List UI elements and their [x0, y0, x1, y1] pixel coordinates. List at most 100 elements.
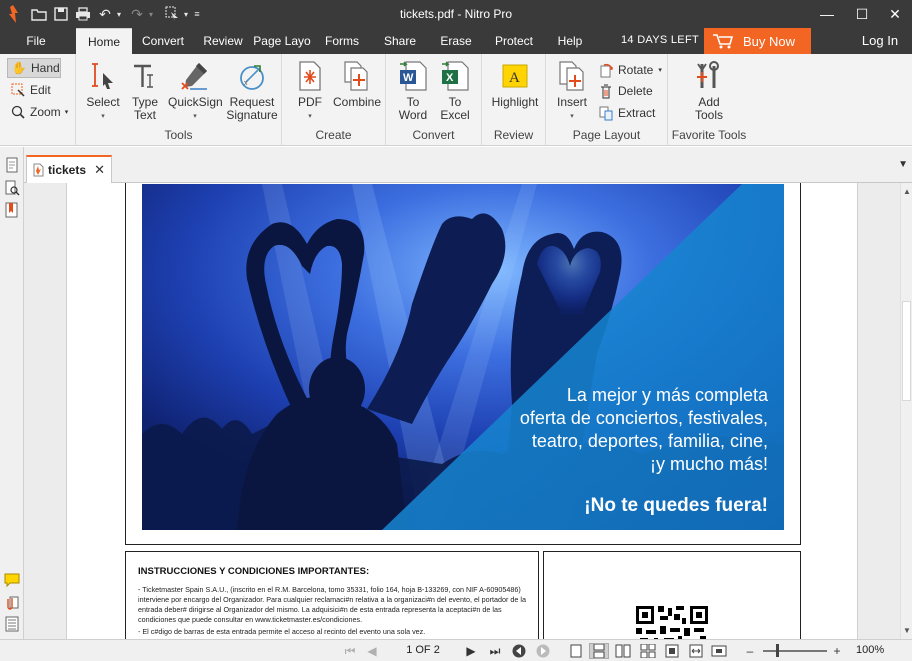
next-view-icon[interactable] — [535, 643, 551, 659]
select-label: Select — [86, 95, 120, 109]
qr-code-image — [636, 606, 708, 639]
delete-button[interactable]: Delete — [598, 81, 653, 101]
search-document-icon[interactable] — [4, 180, 20, 196]
delete-label: Delete — [618, 84, 653, 98]
insert-dropdown-icon: ▾ — [570, 113, 574, 120]
edit-tool-button[interactable]: Edit — [10, 80, 51, 100]
pages-panel-icon[interactable] — [4, 157, 20, 173]
zoom-in-icon[interactable]: + — [831, 643, 843, 659]
type-text-button[interactable]: Type Text — [128, 58, 162, 122]
tab-page-layout[interactable]: Page Layo — [252, 28, 312, 54]
last-page-icon[interactable]: ⏭ — [486, 643, 504, 659]
page-indicator[interactable]: 1 OF 2 — [400, 644, 446, 656]
login-button[interactable]: Log In — [855, 28, 905, 54]
fit-width-icon[interactable] — [688, 643, 704, 659]
zoom-slider-thumb[interactable] — [776, 644, 780, 657]
single-page-view-icon[interactable] — [568, 643, 584, 659]
combine-icon — [332, 58, 382, 94]
tab-forms[interactable]: Forms — [318, 28, 366, 54]
to-word-button[interactable]: W To Word — [394, 58, 432, 122]
add-tools-label-2: Tools — [694, 108, 723, 122]
hand-tool-button[interactable]: ✋ Hand — [7, 58, 61, 78]
tab-help[interactable]: Help — [550, 28, 590, 54]
tabs-dropdown-icon[interactable]: ▼ — [898, 159, 908, 170]
highlight-button[interactable]: A Highlight — [488, 58, 542, 109]
to-excel-label-1: To — [448, 95, 462, 109]
attachments-panel-icon[interactable] — [4, 594, 20, 610]
status-bar: ⏮ ◀ 1 OF 2 ▶ ⏭ – + 100% — [0, 639, 912, 661]
quicksign-pen-icon — [168, 58, 222, 94]
continuous-view-icon[interactable] — [589, 643, 609, 659]
svg-text:A: A — [509, 70, 520, 86]
minimize-icon[interactable]: — — [812, 4, 842, 24]
favorite-tools-group-label: Favorite Tools — [671, 128, 747, 142]
tab-protect[interactable]: Protect — [488, 28, 540, 54]
close-tab-icon[interactable]: ✕ — [94, 162, 105, 178]
tab-erase[interactable]: Erase — [432, 28, 480, 54]
add-tools-label-1: Add — [698, 95, 720, 109]
tab-convert[interactable]: Convert — [135, 28, 191, 54]
combine-button[interactable]: Combine — [332, 58, 382, 109]
scroll-down-icon[interactable]: ▼ — [903, 626, 911, 635]
next-page-icon[interactable]: ▶ — [463, 643, 479, 659]
extract-button[interactable]: Extract — [598, 103, 655, 123]
create-group-label: Create — [315, 128, 352, 142]
scrollbar-thumb[interactable] — [902, 301, 911, 401]
favorite-tools-group: Add Tools Favorite Tools — [668, 54, 750, 146]
tab-review[interactable]: Review — [196, 28, 250, 54]
first-page-icon[interactable]: ⏮ — [342, 643, 358, 659]
to-excel-button[interactable]: X To Excel — [436, 58, 474, 122]
create-group: PDF ▾ Combine Create — [282, 54, 386, 146]
full-screen-icon[interactable] — [710, 643, 728, 659]
edit-cursor-icon — [10, 82, 26, 98]
quicksign-button[interactable]: QuickSign ▾ — [168, 58, 223, 123]
document-tab-tickets[interactable]: tickets ✕ — [26, 155, 112, 183]
add-tools-icon — [688, 58, 730, 94]
pdf-button[interactable]: PDF ▾ — [290, 58, 330, 123]
request-signature-label-2: Signature — [226, 108, 278, 122]
comments-panel-icon[interactable] — [4, 572, 20, 588]
excel-icon: X — [436, 58, 474, 94]
request-signature-button[interactable]: x Request Signature — [226, 58, 278, 122]
close-window-icon[interactable]: ✕ — [880, 4, 910, 24]
word-icon: W — [394, 58, 432, 94]
zoom-dropdown-icon[interactable]: ▾ — [65, 108, 69, 116]
combine-label: Combine — [332, 95, 382, 109]
fit-page-icon[interactable] — [664, 643, 680, 659]
facing-view-icon[interactable] — [614, 643, 632, 659]
zoom-slider-track[interactable] — [763, 650, 827, 652]
zoom-out-icon[interactable]: – — [744, 643, 756, 659]
insert-page-icon — [552, 58, 592, 94]
vertical-scrollbar[interactable]: ▲ ▼ — [900, 183, 912, 639]
rotate-dropdown-icon[interactable]: ▾ — [658, 66, 662, 74]
zoom-magnifier-icon — [10, 104, 26, 120]
bookmarks-panel-icon[interactable] — [4, 202, 20, 218]
ticket-banner-frame: La mejor y más completa oferta de concie… — [125, 183, 801, 545]
rotate-button[interactable]: Rotate ▾ — [598, 60, 662, 80]
quicksign-label: QuickSign — [168, 95, 223, 109]
instructions-box: INSTRUCCIONES Y CONDICIONES IMPORTANTES:… — [125, 551, 539, 639]
previous-view-icon[interactable] — [511, 643, 527, 659]
to-word-label-1: To — [406, 95, 420, 109]
previous-page-icon[interactable]: ◀ — [364, 643, 380, 659]
scroll-up-icon[interactable]: ▲ — [903, 187, 911, 196]
highlight-label: Highlight — [491, 95, 539, 109]
tab-home[interactable]: Home — [76, 28, 132, 54]
maximize-icon[interactable]: ☐ — [847, 4, 877, 24]
tab-file[interactable]: File — [0, 28, 72, 54]
document-viewer[interactable]: La mejor y más completa oferta de concie… — [24, 183, 900, 639]
buy-now-button[interactable]: Buy Now — [704, 28, 811, 54]
output-panel-icon[interactable] — [4, 616, 20, 632]
document-tab-strip: tickets ✕ ▼ — [24, 147, 912, 183]
facing-continuous-view-icon[interactable] — [639, 643, 657, 659]
extract-label: Extract — [618, 106, 656, 120]
select-button[interactable]: Select ▾ — [86, 58, 120, 123]
svg-text:W: W — [403, 72, 414, 84]
zoom-tool-button[interactable]: Zoom ▾ — [10, 102, 68, 122]
zoom-percentage[interactable]: 100% — [856, 644, 884, 656]
to-word-label-2: Word — [398, 108, 428, 122]
banner-line-3: teatro, deportes, familia, cine, — [531, 431, 768, 451]
tab-share[interactable]: Share — [376, 28, 424, 54]
insert-button[interactable]: Insert ▾ — [552, 58, 592, 123]
add-tools-button[interactable]: Add Tools — [688, 58, 730, 122]
